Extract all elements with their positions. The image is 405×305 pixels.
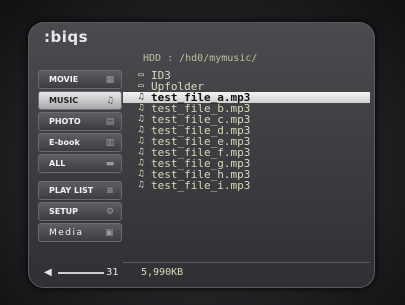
- volume-control[interactable]: ◀ 31: [44, 266, 122, 280]
- folder-up-icon: ▭: [138, 81, 144, 91]
- music-note-icon: ♫: [138, 147, 144, 157]
- sidebar-item-media[interactable]: Media ▣: [38, 223, 122, 242]
- sidebar-item-label: PHOTO: [49, 117, 81, 126]
- file-list: ▭ ID3 ▭ Upfolder ♫ test_file_a.mp3 ♫ tes…: [123, 70, 370, 191]
- category-sidebar: MOVIE ▦ MUSIC ♫ PHOTO ▤ E-book ▥ ALL ▬ P…: [38, 70, 122, 244]
- film-icon: ▦: [105, 75, 115, 85]
- playlist-icon: ≡: [106, 186, 114, 196]
- music-note-icon: ♫: [138, 92, 144, 102]
- file-size: 5,990KB: [141, 267, 184, 278]
- sidebar-item-movie[interactable]: MOVIE ▦: [38, 70, 122, 89]
- sidebar-item-ebook[interactable]: E-book ▥: [38, 133, 122, 152]
- gear-icon: ⚙: [105, 207, 115, 217]
- current-path: HDD : /hd0/mymusic/: [143, 53, 258, 64]
- list-item[interactable]: ♫ test_file_i.mp3: [123, 180, 370, 191]
- media-icon: ▣: [105, 228, 116, 238]
- sidebar-item-label: E-book: [49, 138, 80, 147]
- sidebar-item-label: ALL: [49, 159, 66, 168]
- sidebar-item-music[interactable]: MUSIC ♫: [38, 91, 122, 110]
- music-note-icon: ♫: [138, 169, 144, 179]
- brand-logo: :biqs: [44, 28, 89, 46]
- music-note-icon: ♫: [105, 96, 115, 106]
- folder-icon: ▭: [138, 70, 144, 80]
- sidebar-item-label: SETUP: [49, 207, 79, 216]
- sidebar-item-label: MUSIC: [49, 96, 79, 105]
- sidebar-item-photo[interactable]: PHOTO ▤: [38, 112, 122, 131]
- status-divider: [123, 262, 370, 263]
- sidebar-item-playlist[interactable]: PLAY LIST ≡: [38, 181, 122, 200]
- volume-level: 31: [106, 267, 119, 278]
- music-note-icon: ♫: [138, 180, 144, 190]
- music-note-icon: ♫: [138, 158, 144, 168]
- book-icon: ▥: [105, 138, 115, 148]
- music-note-icon: ♫: [138, 136, 144, 146]
- speaker-icon: ◀: [44, 267, 52, 278]
- sidebar-item-label: Media: [49, 227, 84, 238]
- music-note-icon: ♫: [138, 114, 144, 124]
- tv-screen: :biqs HDD : /hd0/mymusic/ MOVIE ▦ MUSIC …: [0, 0, 405, 305]
- photo-icon: ▤: [105, 117, 115, 127]
- music-note-icon: ♫: [138, 125, 144, 135]
- folder-icon: ▬: [105, 159, 115, 169]
- sidebar-item-label: MOVIE: [49, 75, 79, 84]
- sidebar-item-setup[interactable]: SETUP ⚙: [38, 202, 122, 221]
- file-name: test_file_i.mp3: [151, 179, 251, 192]
- sidebar-item-label: PLAY LIST: [49, 186, 94, 195]
- volume-track[interactable]: [58, 272, 104, 274]
- sidebar-item-all[interactable]: ALL ▬: [38, 154, 122, 173]
- music-note-icon: ♫: [138, 103, 144, 113]
